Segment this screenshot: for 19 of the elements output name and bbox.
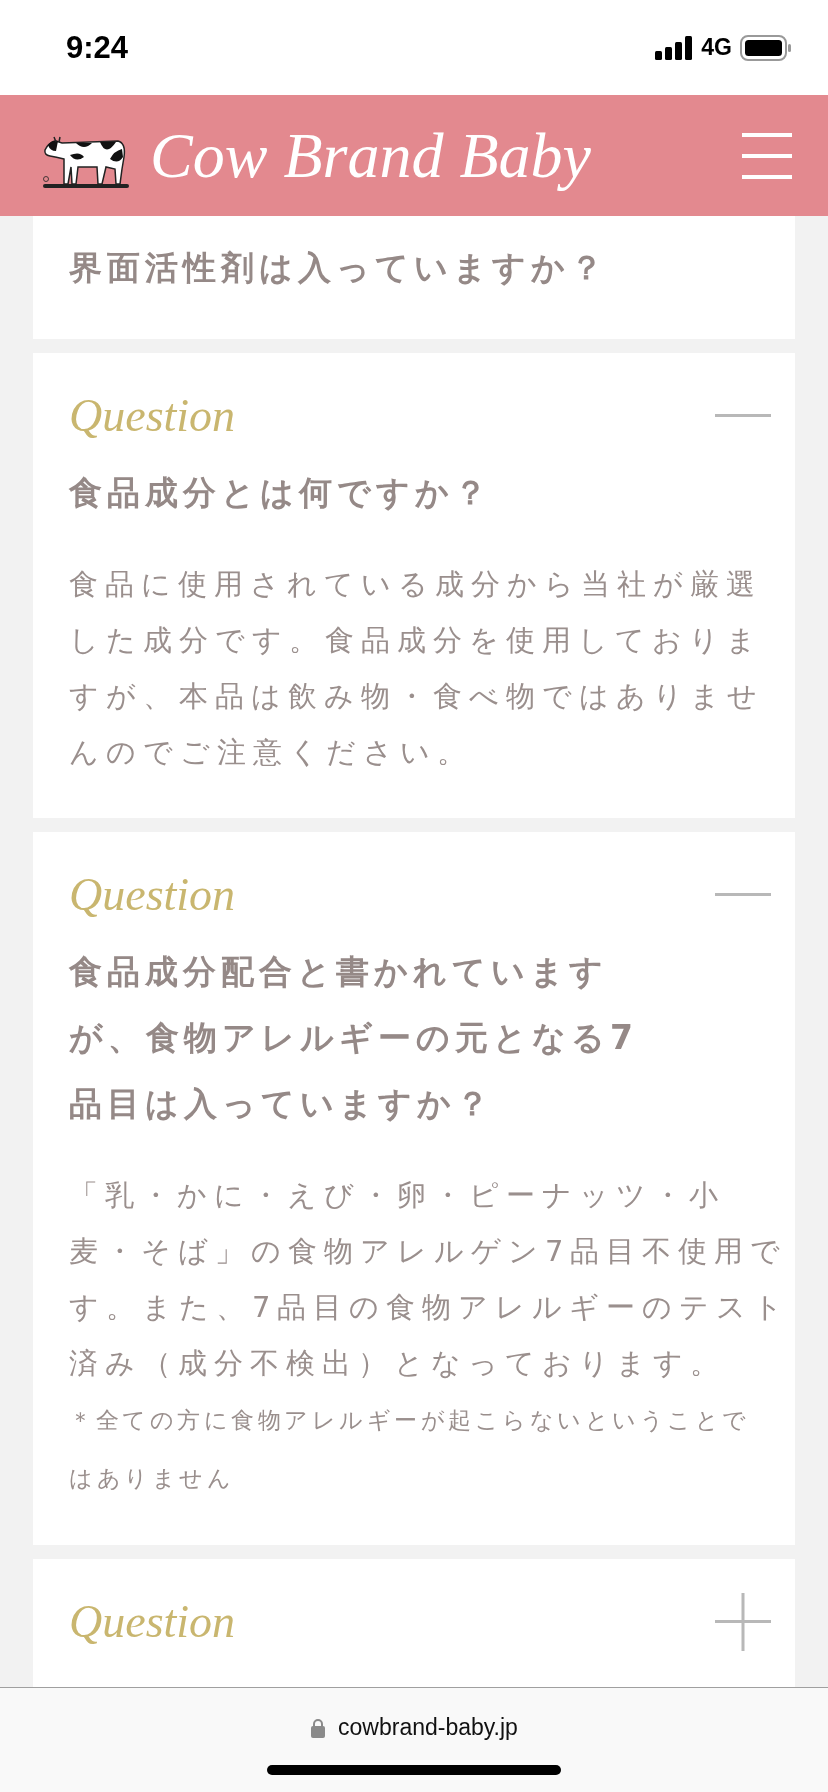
question-title[interactable]: 食品成分とは何ですか？	[69, 460, 659, 526]
home-indicator[interactable]	[267, 1765, 561, 1775]
answer-note: ＊全ての方に食物アレルギーが起こらないということではありません	[69, 1406, 751, 1493]
signal-icon	[655, 35, 694, 60]
question-label: Question	[69, 1595, 236, 1649]
status-time: 9:24	[66, 29, 129, 66]
question-title[interactable]: 界面活性剤は入っていますか？	[69, 235, 659, 301]
logo-text: Cow Brand Baby	[150, 118, 591, 193]
url-text[interactable]: cowbrand-baby.jp	[338, 1714, 518, 1741]
answer-text: 「乳・かに・えび・卵・ピーナッツ・小麦・そば」の食物アレルゲン7品目不使用です。また、7品目の食物アレルギーのテスト済み（成分不検出）となっております。	[69, 1177, 792, 1382]
answer-text: 食品に使用されている成分から当社が厳選した成分です。食品成分を使用しておりますが、本品は飲み物・食べ物ではありませんのでご注意ください。	[69, 566, 765, 771]
menu-button[interactable]	[742, 132, 792, 179]
network-label: 4G	[701, 34, 732, 61]
lock-icon	[310, 1717, 327, 1738]
battery-icon	[740, 34, 792, 61]
plus-icon[interactable]	[713, 1592, 773, 1652]
question-label: Question	[69, 868, 236, 922]
question-title[interactable]: 食品成分配合と書かれていますが、食物アレルギーの元となる7品目は入っていますか？	[69, 939, 659, 1137]
question-label: Question	[69, 389, 236, 443]
